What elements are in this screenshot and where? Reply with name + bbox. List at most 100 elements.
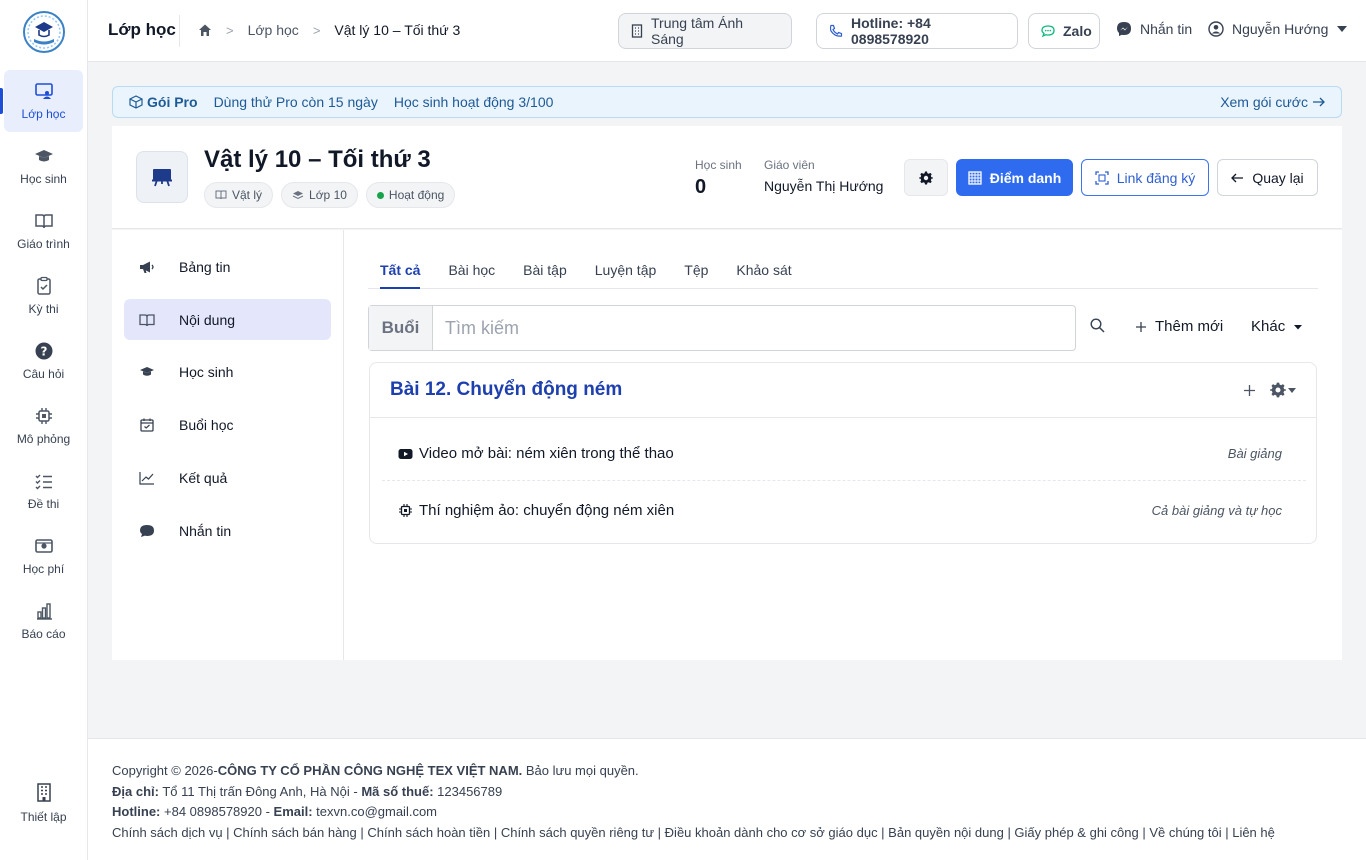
lesson-settings-dropdown[interactable] [1270, 382, 1296, 398]
view-plans-label: Xem gói cước [1220, 94, 1308, 110]
tag-status-label: Hoạt động [388, 188, 445, 202]
tab-practice[interactable]: Luyện tập [595, 253, 657, 289]
footer-hotline-text: +84 0898578920 - [160, 804, 274, 819]
nav-item-content[interactable]: Nội dung [124, 299, 331, 340]
tag-subject-label: Vật lý [232, 188, 263, 202]
more-dropdown[interactable]: Khác [1251, 318, 1303, 335]
home-icon[interactable] [198, 23, 212, 37]
book-icon [215, 190, 227, 200]
class-name: Vật lý 10 – Tối thứ 3 [204, 146, 431, 173]
caret-down-icon [1336, 25, 1348, 33]
students-stat: Học sinh 0 [695, 158, 742, 199]
nav-item-label: Học sinh [179, 363, 234, 380]
zalo-button[interactable]: Zalo [1028, 13, 1100, 49]
caret-down-icon [1288, 387, 1296, 393]
attendance-label: Điểm danh [989, 169, 1062, 186]
search-button[interactable] [1090, 318, 1105, 333]
rail-item-tuition[interactable]: Học phí [4, 525, 83, 587]
teacher-stat-label: Giáo viên [764, 158, 815, 172]
register-link-button[interactable]: Link đăng ký [1081, 159, 1209, 196]
nav-item-bulletin[interactable]: Bảng tin [124, 246, 331, 287]
rail-item-curriculum[interactable]: Giáo trình [4, 200, 83, 262]
rail-item-classes[interactable]: Lớp học [4, 70, 83, 132]
rail-item-settings[interactable]: Thiết lập [4, 782, 83, 832]
phone-icon [829, 24, 843, 38]
center-selector[interactable]: Trung tâm Ánh Sáng [618, 13, 792, 49]
rail-item-reports[interactable]: Báo cáo [4, 590, 83, 652]
chevron-right-icon: > [312, 22, 321, 38]
lesson-title[interactable]: Bài 12. Chuyển động ném [390, 379, 622, 401]
user-name: Nguyễn Hướng [1232, 21, 1329, 37]
tax-text: 123456789 [433, 783, 503, 799]
hotline-button[interactable]: Hotline: +84 0898578920 [816, 13, 1018, 49]
chat-bubble-icon [1041, 24, 1055, 38]
user-menu[interactable]: Nguyễn Hướng [1208, 21, 1348, 37]
session-filter-addon[interactable]: Buổi [369, 306, 433, 350]
nav-item-results[interactable]: Kết quả [124, 457, 331, 498]
footer: Copyright © 2026-CÔNG TY CỔ PHẦN CÔNG NG… [88, 738, 1366, 860]
plus-icon [1135, 321, 1147, 333]
book-open-icon [124, 313, 168, 327]
rail-item-tests[interactable]: Đề thi [4, 460, 83, 522]
class-settings-button[interactable] [904, 159, 948, 196]
footer-address: Địa chỉ: Tổ 11 Thị trấn Đông Anh, Hà Nội… [112, 782, 1366, 803]
tag-status: Hoạt động [365, 182, 456, 208]
back-button[interactable]: Quay lại [1217, 159, 1318, 196]
search-input[interactable] [433, 306, 1075, 350]
line-chart-icon [124, 471, 168, 485]
add-new-label: Thêm mới [1155, 318, 1224, 335]
content-tabs: Tất cả Bài học Bài tập Luyện tập Tệp Khả… [368, 253, 1318, 289]
class-tags: Vật lý Lớp 10 Hoạt động [204, 182, 456, 208]
email-label: Email: [273, 804, 313, 819]
footer-hotline-label: Hotline: [112, 804, 161, 819]
teacher-stat-value: Nguyễn Thị Hướng [764, 178, 884, 194]
add-item-icon[interactable] [1243, 384, 1256, 397]
students-stat-label: Học sinh [695, 158, 742, 172]
messenger-button[interactable]: Nhắn tin [1116, 21, 1192, 37]
lesson-item[interactable]: Video mở bài: ném xiên trong thể thao Bà… [382, 427, 1306, 481]
tab-lessons[interactable]: Bài học [448, 253, 495, 289]
center-name: Trung tâm Ánh Sáng [651, 15, 744, 47]
rail-item-questions[interactable]: ? Câu hỏi [4, 330, 83, 392]
footer-contact: Hotline: +84 0898578920 - Email: texvn.c… [112, 802, 1366, 823]
tax-label: Mã số thuế: [361, 783, 434, 799]
tag-grade: Lớp 10 [281, 182, 358, 208]
chip-icon [398, 503, 413, 518]
rail-item-students[interactable]: Học sinh [4, 135, 83, 197]
nav-item-sessions[interactable]: Buổi học [124, 404, 331, 445]
footer-links[interactable]: Chính sách dịch vụ | Chính sách bán hàng… [112, 823, 1366, 844]
rail-item-simulation[interactable]: Mô phỏng [4, 395, 83, 457]
youtube-icon [398, 448, 413, 460]
nav-item-students[interactable]: Học sinh [124, 351, 331, 392]
tab-all[interactable]: Tất cả [380, 253, 421, 289]
top-bar: Lớp học > Lớp học > Vật lý 10 – Tối thứ … [88, 0, 1366, 62]
attendance-button[interactable]: Điểm danh [956, 159, 1073, 196]
nav-item-label: Kết quả [179, 469, 228, 486]
trial-text: Dùng thử Pro còn 15 ngày [213, 94, 378, 110]
app-logo[interactable] [22, 10, 66, 54]
breadcrumb-classes[interactable]: Lớp học [248, 22, 299, 38]
lesson-item[interactable]: Thí nghiệm ảo: chuyển động ném xiên Cả b… [382, 483, 1306, 537]
add-new-button[interactable]: Thêm mới [1135, 318, 1223, 335]
question-circle-icon: ? [34, 341, 54, 361]
bar-chart-icon [34, 601, 54, 621]
class-side-panel: Bảng tin Nội dung Học sinh Buổi học Kết … [112, 230, 344, 660]
nav-item-messages[interactable]: Nhắn tin [124, 510, 331, 551]
rail-item-label: Kỳ thi [28, 302, 59, 316]
tab-assignments[interactable]: Bài tập [523, 253, 567, 289]
rail-item-label: Đề thi [27, 497, 60, 511]
teacher-stat: Giáo viên Nguyễn Thị Hướng [764, 158, 883, 194]
tab-surveys[interactable]: Khảo sát [736, 253, 791, 289]
chip-icon [34, 406, 54, 426]
gear-icon [919, 171, 933, 185]
view-plans-link[interactable]: Xem gói cước [1220, 94, 1325, 110]
rail-item-exams[interactable]: Kỳ thi [4, 265, 83, 327]
tab-files[interactable]: Tệp [684, 253, 708, 289]
divider [179, 15, 180, 47]
students-stat-value: 0 [695, 176, 707, 198]
caret-down-icon [1293, 324, 1303, 330]
rail-item-label: Câu hỏi [22, 367, 65, 381]
lesson-item-kind: Bài giảng [1227, 446, 1282, 461]
nav-item-label: Bảng tin [179, 258, 231, 275]
pro-badge: Gói Pro [129, 94, 198, 110]
